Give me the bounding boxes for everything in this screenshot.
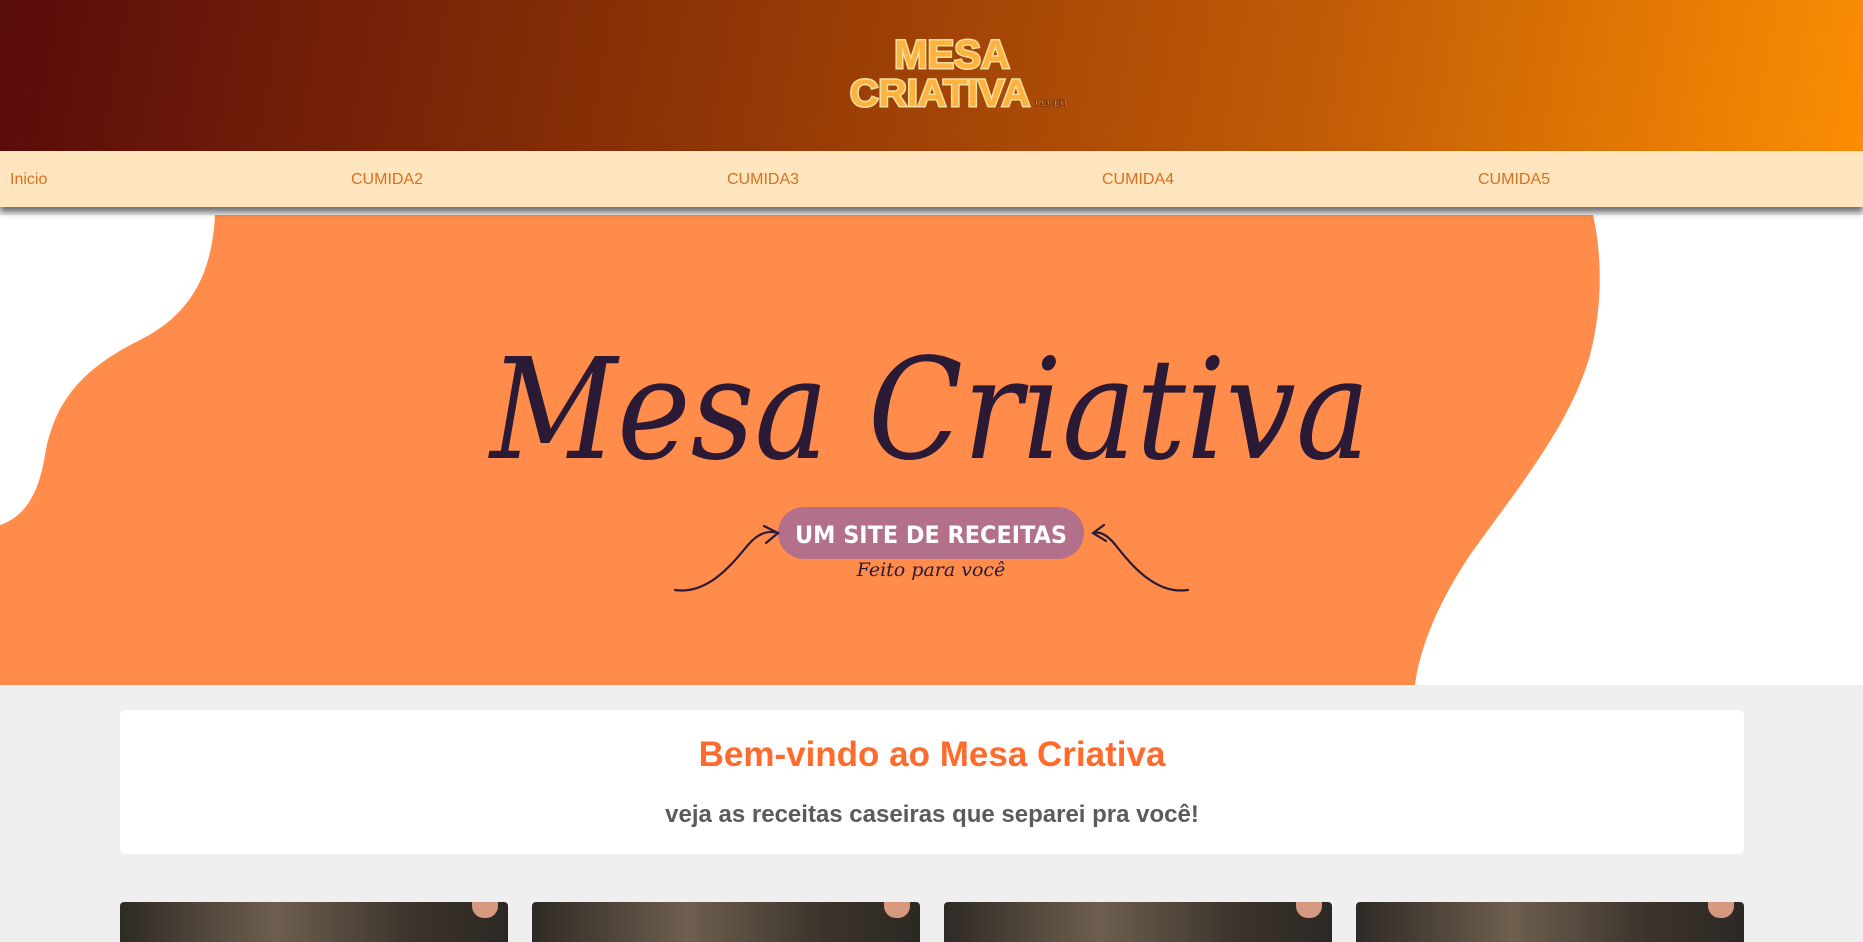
nav-item-cumida3[interactable]: CUMIDA3 bbox=[727, 171, 799, 189]
nav-item-cumida5[interactable]: CUMIDA5 bbox=[1478, 171, 1550, 189]
banner-tagline: Feito para você bbox=[856, 559, 1006, 581]
recipe-card[interactable] bbox=[532, 902, 920, 942]
logo-line2: CRIATIVA bbox=[850, 73, 1030, 112]
nav-item-cumida4[interactable]: CUMIDA4 bbox=[1102, 171, 1174, 189]
banner-badge: UM SITE DE RECEITAS bbox=[795, 521, 1067, 549]
welcome-title: Bem-vindo ao Mesa Criativa bbox=[698, 735, 1166, 774]
main-nav: Inicio CUMIDA2 CUMIDA3 CUMIDA4 CUMIDA5 bbox=[0, 151, 1863, 207]
logo-tag: RECEITAS bbox=[1035, 98, 1066, 108]
site-logo[interactable]: MESA CRIATIVA RECEITAS bbox=[836, 30, 1067, 113]
recipe-card[interactable] bbox=[944, 902, 1332, 942]
hero-banner-art: Mesa Criativa UM SITE DE RECEITAS Feito … bbox=[0, 215, 1600, 685]
nav-item-cumida2[interactable]: CUMIDA2 bbox=[351, 171, 423, 189]
hero-banner: Mesa Criativa UM SITE DE RECEITAS Feito … bbox=[0, 215, 1863, 685]
recipe-card[interactable] bbox=[120, 902, 508, 942]
banner-title: Mesa Criativa bbox=[487, 329, 1370, 492]
recipe-card[interactable] bbox=[1356, 902, 1744, 942]
logo-line1: MESA bbox=[894, 33, 1010, 77]
nav-item-inicio[interactable]: Inicio bbox=[10, 171, 47, 189]
welcome-card: Bem-vindo ao Mesa Criativa veja as recei… bbox=[120, 710, 1744, 854]
welcome-subtitle: veja as receitas caseiras que separei pr… bbox=[665, 801, 1199, 828]
site-header: MESA CRIATIVA RECEITAS bbox=[0, 0, 1863, 151]
